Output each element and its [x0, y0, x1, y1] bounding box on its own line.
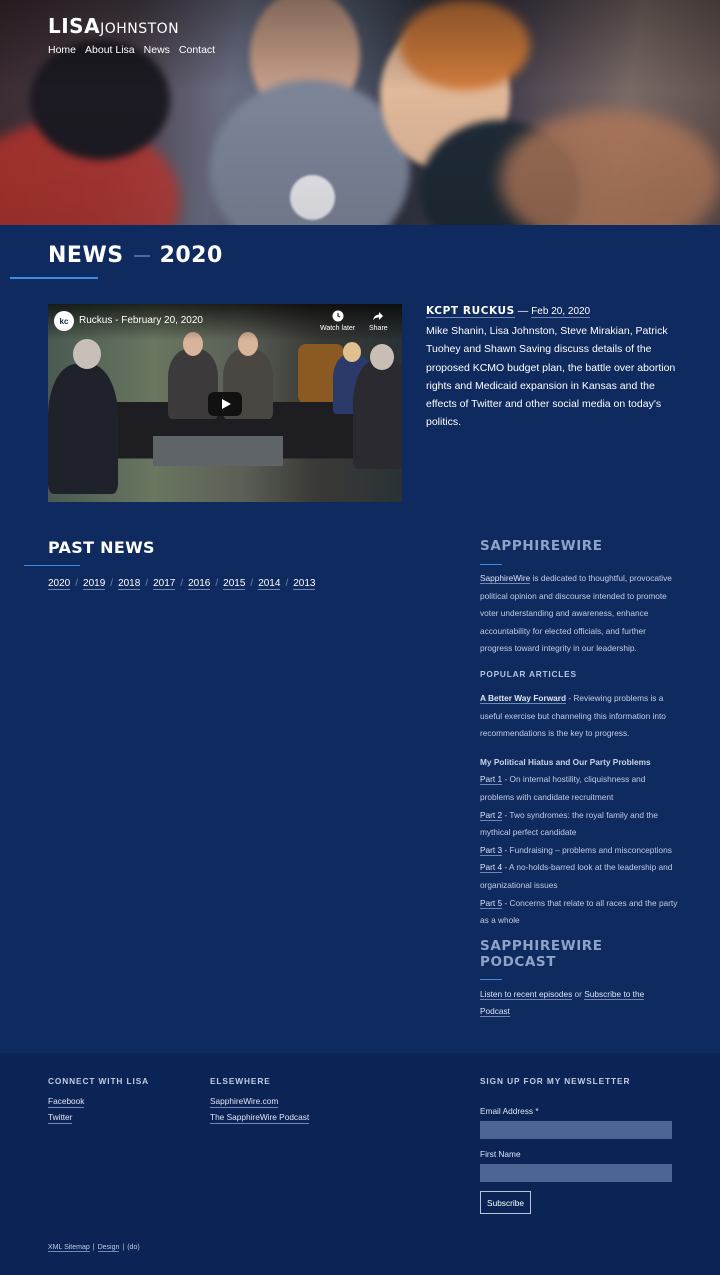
part-5-link[interactable]: Part 5: [480, 897, 503, 909]
article-1-link[interactable]: A Better Way Forward: [480, 692, 567, 704]
title-dash: [133, 254, 150, 257]
year-link-2017[interactable]: 2017: [153, 578, 176, 590]
nav-news[interactable]: News: [144, 44, 170, 56]
facebook-link[interactable]: Facebook: [48, 1096, 85, 1108]
sidebar: SAPPHIREWIRE SapphireWire is dedicated t…: [480, 538, 680, 1021]
series-part-4: Part 4 - A no-holds-barred look at the l…: [480, 859, 680, 894]
page-title: NEWS 2020: [48, 243, 223, 268]
subscribe-podcast-link-2[interactable]: Podcast: [480, 1006, 510, 1018]
recent-episodes-link[interactable]: Listen to recent episodes: [480, 988, 573, 1000]
play-icon: [221, 399, 231, 409]
popular-articles-heading: POPULAR ARTICLES: [480, 668, 577, 679]
subscribe-podcast-link[interactable]: Subscribe to the: [584, 988, 645, 1000]
nav-home[interactable]: Home: [48, 44, 76, 56]
series-part-2: Part 2 - Two syndromes: the royal family…: [480, 807, 680, 842]
main-nav: Home About Lisa News Contact: [48, 44, 215, 56]
share-button[interactable]: Share: [369, 310, 388, 332]
year-link-2020[interactable]: 2020: [48, 578, 71, 590]
first-name-field[interactable]: [480, 1164, 672, 1182]
part-5-text: - Concerns that relate to all races and …: [480, 897, 678, 926]
past-news-underline: [24, 565, 80, 566]
year-link-2014[interactable]: 2014: [258, 578, 281, 590]
series-title: My Political Hiatus and Our Party Proble…: [480, 756, 651, 767]
channel-avatar[interactable]: kc: [54, 311, 74, 331]
site-logo[interactable]: LISAJOHNSTON: [48, 14, 179, 38]
series-part-3: Part 3 - Fundraising – problems and misc…: [480, 842, 680, 860]
podcast-text: Listen to recent episodes or Subscribe t…: [480, 986, 680, 1021]
sidebar-intro-text: is dedicated to thoughtful, provocative …: [480, 573, 672, 654]
logo-last: JOHNSTON: [100, 21, 180, 37]
nav-about[interactable]: About Lisa: [85, 44, 135, 56]
year-link-2015[interactable]: 2015: [223, 578, 246, 590]
news-source-link[interactable]: KCPT RUCKUS: [426, 305, 515, 318]
year-link-2016[interactable]: 2016: [188, 578, 211, 590]
first-name-label: First Name: [480, 1149, 521, 1159]
part-3-text: - Fundraising – problems and misconcepti…: [502, 844, 672, 855]
email-label-text: Email Address: [480, 1106, 534, 1116]
title-underline: [10, 277, 98, 279]
sitemap-link[interactable]: XML Sitemap: [48, 1244, 90, 1252]
article-1: A Better Way Forward - Reviewing problem…: [480, 690, 680, 743]
play-button[interactable]: [208, 392, 242, 416]
footer-bottom: XML Sitemap | Design | (do): [48, 1244, 140, 1252]
sidebar-intro: SapphireWire is dedicated to thoughtful,…: [480, 570, 680, 658]
year-link-2013[interactable]: 2013: [293, 578, 316, 590]
part-1-text: - On internal hostility, cliquishness an…: [480, 774, 646, 802]
page-title-text: NEWS: [48, 243, 124, 268]
sidebar-rule: [480, 564, 502, 565]
watch-later-label: Watch later: [320, 325, 356, 332]
series-part-1: Part 1 - On internal hostility, cliquish…: [480, 771, 680, 806]
podcast-rule: [480, 978, 502, 980]
podcast-title: SAPPHIREWIRE PODCAST: [480, 937, 603, 970]
series-part-5: Part 5 - Concerns that relate to all rac…: [480, 895, 680, 930]
sidebar-title: SAPPHIREWIRE: [480, 538, 603, 554]
watch-later-button[interactable]: Watch later: [320, 310, 355, 332]
nav-contact[interactable]: Contact: [179, 44, 215, 56]
part-4-text: - A no-holds-barred look at the leadersh…: [480, 862, 673, 890]
year-links: 2020/ 2019/ 2018/ 2017/ 2016/ 2015/ 2014…: [48, 578, 316, 590]
share-icon: [373, 312, 384, 321]
part-4-link[interactable]: Part 4: [480, 862, 503, 874]
email-label: Email Address *: [480, 1106, 539, 1116]
footer-sep-1: |: [92, 1244, 95, 1251]
email-field[interactable]: [480, 1121, 672, 1139]
part-2-link[interactable]: Part 2: [480, 809, 503, 821]
part-1-link[interactable]: Part 1: [480, 774, 503, 786]
part-3-link[interactable]: Part 3: [480, 844, 503, 856]
news-date: Feb 20, 2020: [531, 306, 591, 318]
sapphirewire-link[interactable]: SapphireWire: [480, 573, 531, 584]
part-2-text: - Two syndromes: the royal family and th…: [480, 809, 658, 838]
year-link-2018[interactable]: 2018: [118, 578, 141, 590]
podcast-site-link[interactable]: The SapphireWire Podcast: [210, 1112, 310, 1124]
do-link[interactable]: (do): [127, 1244, 139, 1252]
past-news-heading: PAST NEWS: [48, 538, 155, 557]
year-link-2019[interactable]: 2019: [83, 578, 106, 590]
twitter-link[interactable]: Twitter: [48, 1112, 73, 1124]
news-separator: —: [517, 305, 529, 317]
news-item: KCPT RUCKUS — Feb 20, 2020 Mike Shanin, …: [426, 302, 678, 431]
clock-icon: [332, 310, 344, 322]
share-label: Share: [369, 325, 388, 332]
footer-sep-2: |: [122, 1244, 125, 1251]
podcast-or: or: [572, 988, 585, 999]
video-title[interactable]: Ruckus - February 20, 2020: [79, 315, 203, 326]
required-mark: *: [535, 1106, 539, 1116]
newsletter-heading: SIGN UP FOR MY NEWSLETTER: [480, 1076, 631, 1086]
sapphirewire-site-link[interactable]: SapphireWire.com: [210, 1096, 279, 1108]
news-description: Mike Shanin, Lisa Johnston, Steve Miraki…: [426, 325, 676, 429]
elsewhere-heading: ELSEWHERE: [210, 1076, 271, 1086]
video-embed[interactable]: kc Ruckus - February 20, 2020 Watch late…: [48, 304, 402, 502]
connect-heading: CONNECT WITH LISA: [48, 1076, 150, 1086]
logo-first: LISA: [48, 14, 101, 38]
subscribe-button[interactable]: Subscribe: [480, 1191, 531, 1214]
page-title-year: 2020: [159, 243, 223, 268]
design-link[interactable]: Design: [97, 1244, 120, 1252]
